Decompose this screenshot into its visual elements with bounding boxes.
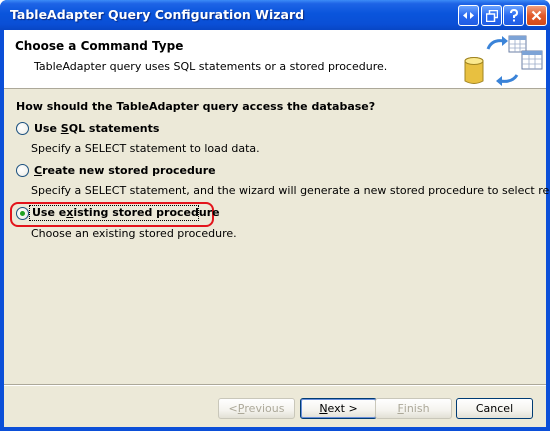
button-separator <box>4 384 546 386</box>
page-title: Choose a Command Type <box>15 39 184 53</box>
label-text: isting stored procedure <box>73 206 220 219</box>
create-new-stored-procedure-description: Specify a SELECT statement, and the wiza… <box>31 184 550 197</box>
button-accel: P <box>237 402 245 415</box>
use-existing-stored-procedure-radio[interactable] <box>16 207 29 220</box>
label-text: Use <box>34 122 61 135</box>
button-text: < <box>228 402 238 415</box>
wizard-client-area: Choose a Command Type TableAdapter query… <box>4 30 550 427</box>
create-new-stored-procedure-label[interactable]: Create new stored procedure <box>34 164 216 177</box>
use-existing-stored-procedure-description: Choose an existing stored procedure. <box>31 227 237 240</box>
use-sql-statements-description: Specify a SELECT statement to load data. <box>31 142 260 155</box>
button-text: inish <box>403 402 430 415</box>
button-accel: N <box>319 402 328 415</box>
title-bar[interactable]: TableAdapter Query Configuration Wizard <box>0 0 550 30</box>
button-text: ext > <box>327 402 358 415</box>
label-accel: C <box>34 164 43 177</box>
restore-icon <box>485 9 498 22</box>
use-existing-stored-procedure-label[interactable]: Use existing stored procedure <box>32 206 220 219</box>
window-title: TableAdapter Query Configuration Wizard <box>10 7 305 22</box>
label-text: QL statements <box>68 122 160 135</box>
wizard-header: Choose a Command Type TableAdapter query… <box>4 30 546 89</box>
next-button[interactable]: Next > <box>300 398 377 419</box>
wizard-window: TableAdapter Query Configuration Wizard <box>0 0 550 431</box>
page-subtitle: TableAdapter query uses SQL statements o… <box>34 60 388 73</box>
cancel-button[interactable]: Cancel <box>456 398 533 419</box>
close-icon <box>531 10 542 21</box>
label-text: Use e <box>32 206 67 219</box>
close-button[interactable] <box>526 5 547 26</box>
finish-button[interactable]: Finish <box>375 398 452 419</box>
previous-button[interactable]: < Previous <box>218 398 295 419</box>
access-question-label: How should the TableAdapter query access… <box>16 100 376 113</box>
question-mark-icon <box>509 9 518 22</box>
use-sql-statements-radio[interactable] <box>16 122 29 135</box>
button-text: revious <box>244 402 285 415</box>
label-text: reate new stored procedure <box>42 164 216 177</box>
use-sql-statements-label[interactable]: Use SQL statements <box>34 122 159 135</box>
help-button[interactable] <box>503 5 524 26</box>
label-accel: S <box>60 122 69 135</box>
create-new-stored-procedure-radio[interactable] <box>16 164 29 177</box>
help-toggle-icon <box>463 12 474 19</box>
radio-selected-dot <box>20 211 25 216</box>
database-table-transfer-icon <box>464 35 543 86</box>
help-toggle-button[interactable] <box>458 5 479 26</box>
restore-button[interactable] <box>481 5 502 26</box>
